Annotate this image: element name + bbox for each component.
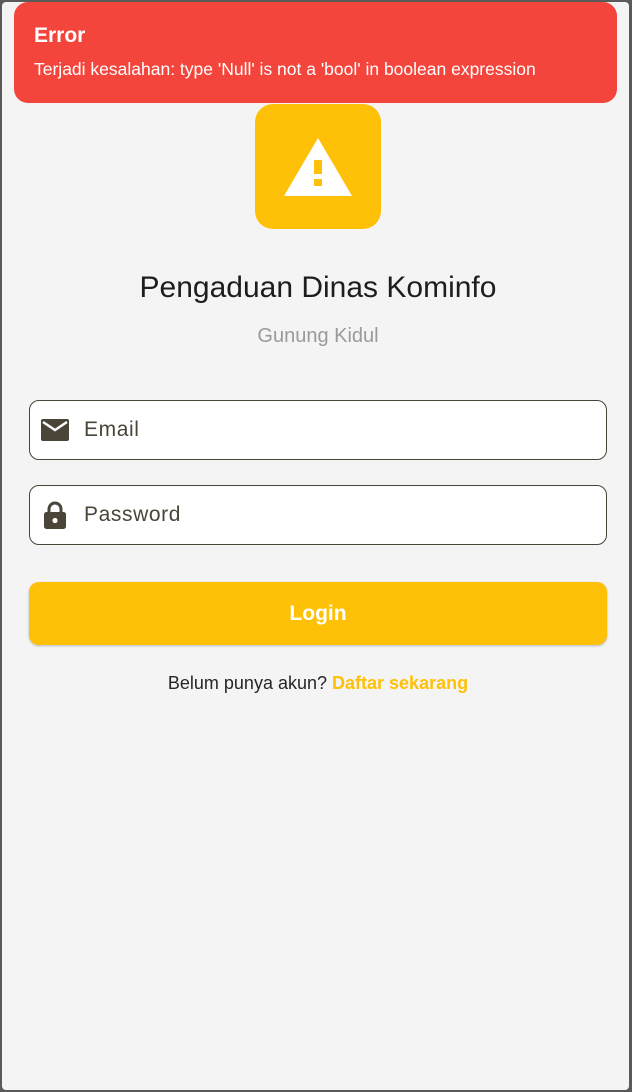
app-logo	[255, 104, 381, 229]
app-subtitle: Gunung Kidul	[257, 325, 379, 347]
mail-icon	[40, 416, 70, 444]
password-input[interactable]	[84, 486, 584, 543]
app-screen: Pengaduan Dinas Kominfo Gunung Kidul Log…	[2, 2, 629, 1090]
lock-icon	[40, 501, 70, 529]
email-input[interactable]	[84, 401, 584, 458]
snackbar-message: Terjadi kesalahan: type 'Null' is not a …	[34, 59, 536, 79]
login-button[interactable]: Login	[29, 582, 607, 645]
register-prompt: Belum punya akun? Daftar sekarang	[2, 672, 629, 694]
error-snackbar: Error Terjadi kesalahan: type 'Null' is …	[14, 2, 617, 103]
register-link[interactable]: Daftar sekarang	[332, 673, 468, 693]
app-title: Pengaduan Dinas Kominfo	[139, 271, 497, 304]
snackbar-title: Error	[34, 24, 86, 47]
password-field[interactable]	[29, 485, 607, 545]
register-text: Belum punya akun?	[167, 673, 327, 693]
email-field[interactable]	[29, 400, 607, 460]
warning-icon	[284, 137, 352, 196]
